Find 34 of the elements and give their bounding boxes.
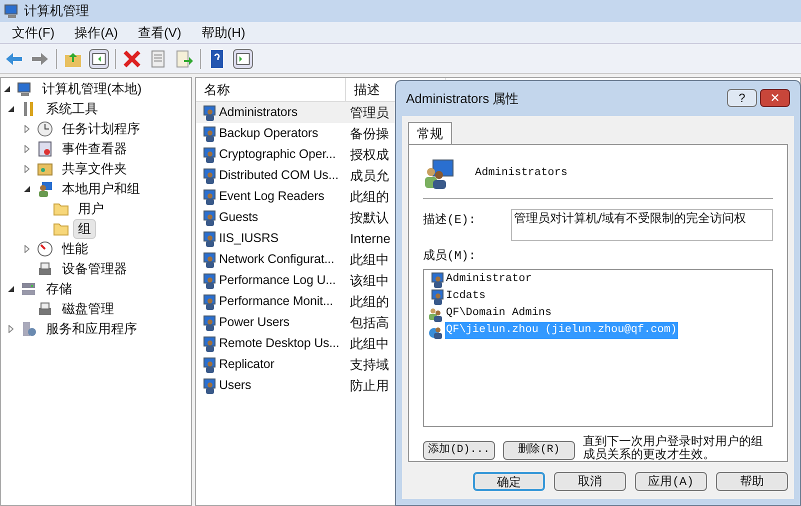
- table-cell-text: Replicator: [219, 356, 274, 374]
- table-cell-text: Guests: [219, 209, 258, 226]
- table-cell-text: Cryptographic Oper...: [219, 146, 336, 164]
- table-cell-text: Event Log Readers: [219, 188, 324, 206]
- table-cell-text: 授权成: [349, 146, 389, 164]
- table-cell-text: 此组中: [349, 250, 389, 269]
- table-cell-text: Administrators: [219, 104, 298, 122]
- table-cell-text: 此组中: [349, 334, 389, 353]
- table-cell-text: Remote Desktop Us...: [219, 335, 340, 352]
- table-cell-text: Users: [219, 377, 252, 394]
- table-cell-text: Distributed COM Us...: [219, 167, 338, 184]
- table-cell-text: 此组的: [349, 188, 389, 206]
- description-label: 描述(E):: [423, 212, 477, 229]
- table-cell-text: Backup Operators: [219, 125, 318, 142]
- table-cell-text: 防止用: [349, 376, 389, 395]
- table-cell-text: Interne: [349, 230, 390, 248]
- table-cell-text: 支持域: [349, 356, 389, 374]
- table-cell-text: 按默认: [349, 208, 389, 227]
- members-label: 成员(M):: [423, 248, 477, 265]
- table-cell-text: Power Users: [219, 314, 290, 332]
- table-cell-text: 该组中: [349, 272, 389, 290]
- table-cell-text: Performance Monit...: [219, 293, 334, 310]
- table-cell-text: 成员允: [349, 166, 389, 185]
- dialog-title: Administrators 属性: [406, 90, 519, 108]
- table-cell-text: Network Configurat...: [219, 251, 334, 268]
- note-text: 直到下一次用户登录时对用户的组成员关系的更改才生效。: [583, 435, 764, 461]
- table-cell-text: IIS_IUSRS: [219, 230, 279, 248]
- window-title: 计算机管理: [24, 2, 89, 20]
- table-cell-text: 备份操: [349, 124, 389, 143]
- table-cell-text: 管理员: [349, 104, 389, 122]
- table-cell-text: 此组的: [349, 292, 389, 311]
- table-cell-text: 包括高: [349, 314, 389, 332]
- table-cell-text: Performance Log U...: [219, 272, 336, 290]
- group-name: Administrators: [475, 166, 568, 182]
